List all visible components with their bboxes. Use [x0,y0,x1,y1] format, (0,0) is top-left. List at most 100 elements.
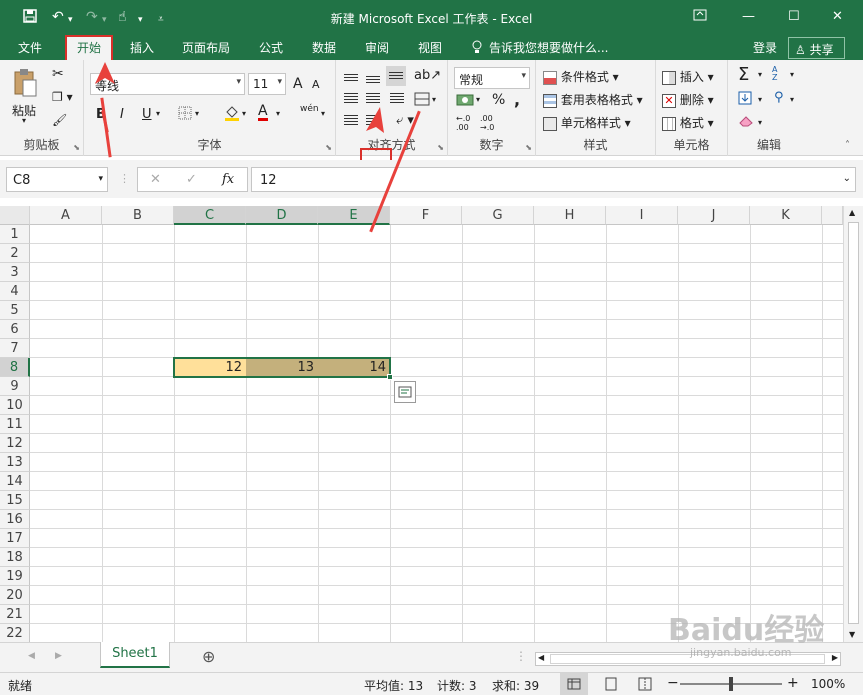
share-button[interactable]: ♙ 共享 [788,37,845,59]
font-size-box[interactable]: 11 ▾ [248,73,286,95]
merge-dropdown-icon[interactable]: ▾ [432,95,436,104]
dialog-launcher-icon[interactable]: ⬊ [325,143,332,152]
vertical-scrollbar[interactable]: ▲ ▼ [843,206,863,642]
row-header[interactable]: 2 [0,244,30,263]
comma-button[interactable]: , [514,90,520,109]
font-size-dropdown-icon[interactable]: ▾ [277,77,282,87]
scroll-up-icon[interactable]: ▲ [849,208,855,217]
close-icon[interactable]: ✕ [832,9,843,24]
number-format-dropdown-icon[interactable]: ▾ [521,71,526,81]
row-header[interactable]: 10 [0,396,30,415]
dialog-launcher-icon[interactable]: ⬊ [73,143,80,152]
scroll-thumb[interactable] [848,222,859,624]
column-header[interactable]: C [174,206,246,225]
border-icon[interactable] [178,106,192,123]
touch-mode-icon[interactable]: ☝ [118,8,127,26]
format-painter-icon[interactable]: 🖌 [52,113,67,127]
name-box[interactable]: C8 ▾ [6,167,108,192]
scroll-right-icon[interactable]: ▶ [832,653,838,662]
dialog-launcher-icon[interactable]: ⬊ [525,143,532,152]
formula-input[interactable]: 12 ⌄ [251,167,856,192]
align-right-icon[interactable] [390,93,404,108]
splitter-icon[interactable]: ⋮ [515,649,527,663]
fill-color-icon[interactable] [224,104,240,125]
prev-sheet-icon[interactable]: ◀ [28,651,35,661]
row-header[interactable]: 6 [0,320,30,339]
row-header[interactable]: 18 [0,548,30,567]
phonetic-dropdown-icon[interactable]: ▾ [321,109,325,118]
tab-data[interactable]: 数据 [312,40,336,56]
paste-button[interactable] [12,68,38,101]
undo-dropdown-icon[interactable]: ▾ [68,11,73,29]
customize-icon[interactable]: ⩡ [158,11,164,29]
save-icon[interactable] [22,8,38,29]
format-cells-button[interactable]: 格式 ▾ [662,114,714,131]
zoom-slider-thumb[interactable] [729,677,733,691]
ribbon-display-icon[interactable] [693,9,707,25]
decrease-indent-icon[interactable] [344,115,358,130]
redo-dropdown-icon[interactable]: ▾ [102,11,107,29]
column-header[interactable]: K [750,206,822,225]
page-layout-view-icon[interactable] [605,677,617,694]
zoom-level[interactable]: 100% [811,677,845,691]
orientation-icon[interactable]: ab↗ [414,68,441,83]
row-header[interactable]: 16 [0,510,30,529]
format-table-button[interactable]: 套用表格格式 ▾ [543,91,643,108]
percent-button[interactable]: % [492,92,505,108]
row-header[interactable]: 9 [0,377,30,396]
column-header[interactable]: I [606,206,678,225]
select-all-corner[interactable] [0,206,30,225]
normal-view-button[interactable] [560,673,588,695]
fill-dropdown-icon[interactable]: ▾ [758,95,762,104]
tab-review[interactable]: 审阅 [365,40,389,56]
merge-center-icon[interactable] [414,92,430,109]
scroll-left-icon[interactable]: ◀ [538,653,544,662]
minimize-icon[interactable]: — [742,9,755,24]
fill-handle[interactable] [387,374,393,380]
tab-home[interactable]: 开始 [64,35,114,62]
delete-cells-button[interactable]: ✕ 删除 ▾ [662,91,714,108]
row-header[interactable]: 1 [0,225,30,244]
sort-filter-icon[interactable]: A Z [772,66,784,82]
insert-cells-button[interactable]: 插入 ▾ [662,68,714,85]
row-header[interactable]: 22 [0,624,30,642]
sort-dropdown-icon[interactable]: ▾ [790,70,794,79]
tab-file[interactable]: 文件 [18,40,42,56]
font-color-dropdown-icon[interactable]: ▾ [276,109,280,118]
column-header[interactable]: F [390,206,462,225]
dialog-launcher-icon[interactable]: ⬊ [437,143,444,152]
quick-analysis-icon[interactable] [394,381,416,403]
scroll-down-icon[interactable]: ▼ [849,630,855,639]
autosum-dropdown-icon[interactable]: ▾ [758,70,762,79]
column-header[interactable] [822,206,843,225]
insert-function-icon[interactable]: fx [222,172,234,187]
page-break-view-icon[interactable] [638,677,652,694]
sum-status[interactable]: 求和: 39 [492,677,539,694]
name-box-dropdown-icon[interactable]: ▾ [98,174,103,184]
row-header[interactable]: 11 [0,415,30,434]
italic-button[interactable]: I [120,107,124,122]
align-left-icon[interactable] [344,93,358,108]
conditional-format-button[interactable]: 条件格式 ▾ [543,68,619,85]
tab-page-layout[interactable]: 页面布局 [182,40,230,56]
row-header[interactable]: 3 [0,263,30,282]
underline-dropdown-icon[interactable]: ▾ [156,109,160,118]
touch-dropdown-icon[interactable]: ▾ [138,11,143,29]
fill-icon[interactable] [738,91,752,108]
row-header[interactable]: 8 [0,358,30,377]
font-color-icon[interactable]: A [258,104,268,121]
zoom-out-button[interactable]: − [667,675,679,691]
worksheet-grid[interactable]: A B C D E F G H I J K 1 2 3 4 5 6 7 8 9 10 11 12 13 1… [0,206,843,642]
align-top-icon[interactable] [344,70,358,84]
grow-font-icon[interactable]: A [293,76,303,92]
expand-formula-icon[interactable]: ⌄ [843,173,851,184]
border-dropdown-icon[interactable]: ▾ [195,109,199,118]
row-header[interactable]: 5 [0,301,30,320]
h-scroll-thumb[interactable] [550,654,825,664]
column-header[interactable]: J [678,206,750,225]
count-status[interactable]: 计数: 3 [437,677,477,694]
column-header[interactable]: A [30,206,102,225]
row-header[interactable]: 20 [0,586,30,605]
column-header[interactable]: H [534,206,606,225]
decrease-decimal-button[interactable]: .00 →.0 [480,114,502,132]
